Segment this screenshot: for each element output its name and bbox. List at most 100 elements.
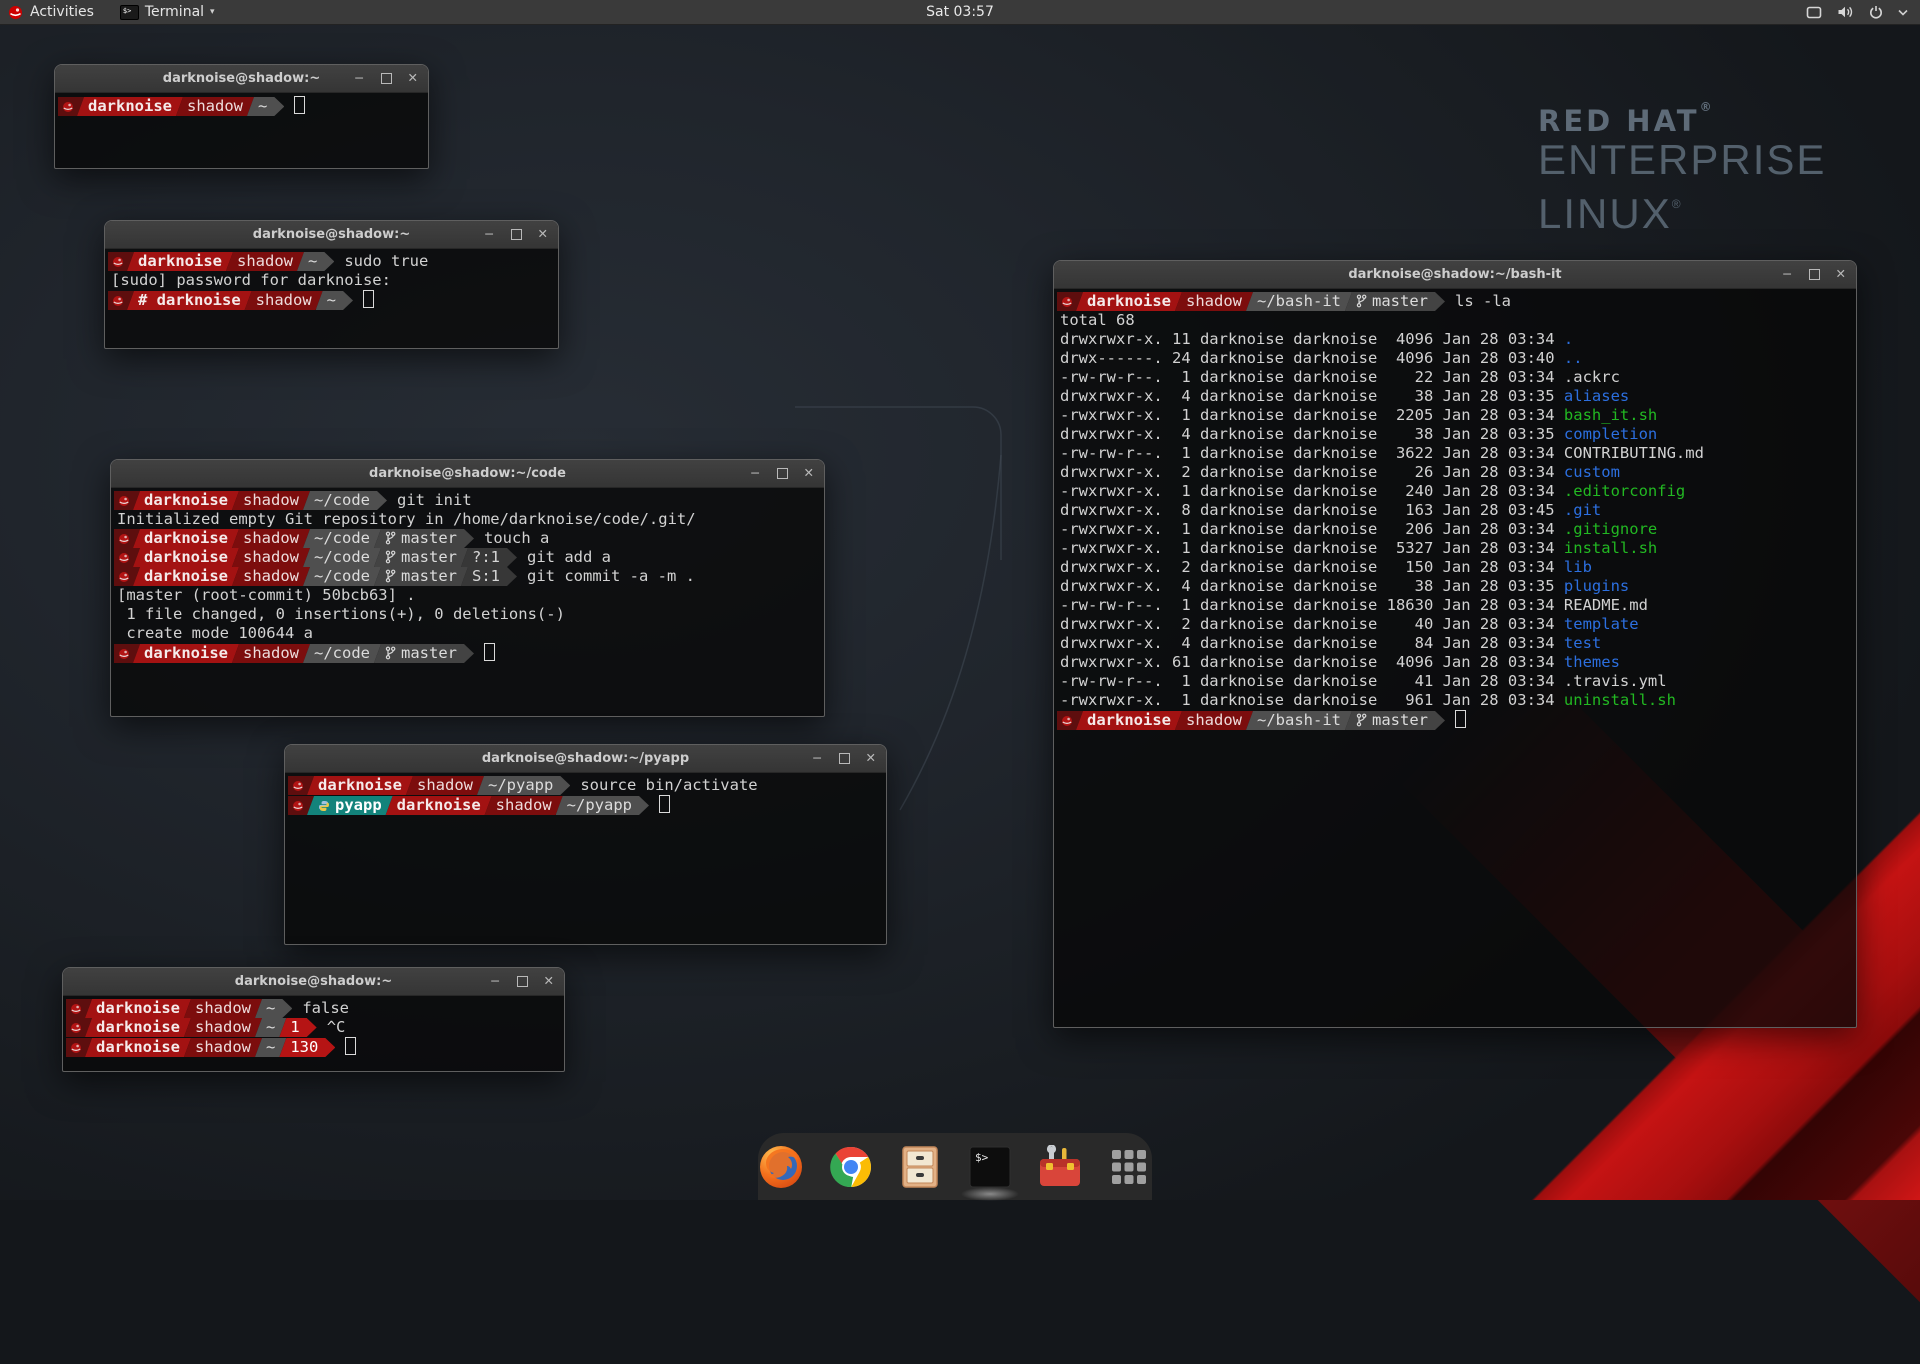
ls-filename: lib — [1564, 558, 1592, 576]
prompt-segment-user: darknoise — [85, 1038, 191, 1057]
maximize-button[interactable] — [517, 976, 528, 987]
dock-icon-app-grid[interactable] — [1107, 1144, 1153, 1190]
ls-filename: template — [1564, 615, 1639, 633]
ls-columns: drwx------. 24 darknoise darknoise 4096 … — [1060, 349, 1564, 367]
minimize-button[interactable]: − — [1782, 268, 1792, 281]
ls-columns: drwxrwxr-x. 2 darknoise darknoise 26 Jan… — [1060, 463, 1564, 481]
prompt-line: darknoiseshadow~sudo true — [108, 252, 556, 271]
window-titlebar[interactable]: darknoise@shadow:~/bash-it−✕ — [1054, 261, 1856, 289]
ls-filename: .git — [1564, 501, 1601, 519]
rhel-logo-enterprise: ENTERPRISE — [1538, 138, 1826, 182]
dock-icon-terminal[interactable]: $> — [967, 1144, 1013, 1190]
maximize-button[interactable] — [1809, 269, 1820, 280]
output-line: -rw-rw-r--. 1 darknoise darknoise 18630 … — [1057, 596, 1854, 615]
maximize-button[interactable] — [511, 229, 522, 240]
terminal-content[interactable]: darknoiseshadow~/pyappsource bin/activat… — [285, 773, 886, 816]
ls-columns: -rw-rw-r--. 1 darknoise darknoise 18630 … — [1060, 596, 1564, 614]
command-text: touch a — [484, 529, 549, 547]
git-branch-icon — [385, 646, 396, 660]
clock[interactable]: Sat 03:57 — [926, 4, 994, 20]
prompt-segment-path: ~/code — [303, 644, 381, 663]
window-titlebar[interactable]: darknoise@shadow:~ − ✕ — [105, 221, 558, 249]
prompt-segment-user: darknoise — [386, 796, 492, 815]
prompt-segment-user: # darknoise — [127, 291, 252, 310]
terminal-content[interactable]: darknoiseshadow~sudo true[sudo] password… — [105, 249, 558, 311]
output-line: drwxrwxr-x. 2 darknoise darknoise 150 Ja… — [1057, 558, 1854, 577]
output-line: total 68 — [1057, 311, 1854, 330]
ls-filename: .. — [1564, 349, 1583, 367]
prompt-segment-user: darknoise — [133, 644, 239, 663]
git-branch-icon — [385, 569, 396, 583]
close-button[interactable]: ✕ — [866, 752, 876, 765]
terminal-app-icon: $> — [120, 5, 139, 20]
window-titlebar[interactable]: darknoise@shadow:~−✕ — [63, 968, 564, 996]
minimize-button[interactable]: − — [750, 467, 760, 480]
maximize-button[interactable] — [777, 468, 788, 479]
close-button[interactable]: ✕ — [804, 467, 814, 480]
prompt-line: darknoiseshadow~/bash-itmaster — [1057, 710, 1854, 729]
close-button[interactable]: ✕ — [544, 975, 554, 988]
ls-filename: test — [1564, 634, 1601, 652]
prompt-line: darknoiseshadow~/pyappsource bin/activat… — [288, 776, 884, 795]
git-branch-icon — [385, 531, 396, 545]
dock-icon-firefox[interactable] — [758, 1144, 804, 1190]
dock-icon-files[interactable] — [898, 1144, 944, 1190]
redhat-prompt-icon — [70, 1042, 82, 1054]
screen-icon — [1806, 6, 1822, 19]
toolbox-icon — [1037, 1145, 1083, 1189]
git-branch-icon — [1356, 713, 1367, 727]
app-menu-terminal[interactable]: $> Terminal ▾ — [120, 4, 215, 20]
system-status-area[interactable] — [1806, 5, 1920, 19]
command-text: git init — [397, 491, 472, 509]
ls-columns: -rwxrwxr-x. 1 darknoise darknoise 5327 J… — [1060, 539, 1564, 557]
prompt-segment-path: ~/code — [303, 491, 387, 510]
redhat-prompt-icon — [118, 648, 130, 660]
prompt-segment-path: ~/code — [303, 567, 381, 586]
ls-filename: plugins — [1564, 577, 1629, 595]
git-branch-icon — [385, 550, 396, 564]
terminal-window-2: darknoise@shadow:~ − ✕ darknoiseshadow~sudo… — [104, 220, 559, 349]
dock-icon-chrome[interactable] — [828, 1144, 874, 1190]
minimize-button[interactable]: − — [484, 228, 494, 241]
prompt-line: darknoiseshadow~false — [66, 999, 562, 1018]
app-grid-icon — [1109, 1147, 1149, 1187]
close-button[interactable]: ✕ — [1836, 268, 1846, 281]
maximize-button[interactable] — [839, 753, 850, 764]
minimize-button[interactable]: − — [354, 72, 364, 85]
prompt-segment-path: ~/bash-it — [1246, 711, 1352, 730]
redhat-prompt-icon — [70, 1022, 82, 1034]
window-titlebar[interactable]: darknoise@shadow:~/code−✕ — [111, 460, 824, 488]
desktop: { "topbar": { "activities_label": "Activ… — [0, 0, 1920, 1200]
minimize-button[interactable]: − — [812, 752, 822, 765]
ls-columns: drwxrwxr-x. 61 darknoise darknoise 4096 … — [1060, 653, 1564, 671]
dock-icon-toolbox[interactable] — [1037, 1144, 1083, 1190]
output-line: drwxrwxr-x. 4 darknoise darknoise 38 Jan… — [1057, 577, 1854, 596]
terminal-content[interactable]: darknoiseshadow~falsedarknoiseshadow~1^C… — [63, 996, 564, 1058]
ls-columns: drwxrwxr-x. 4 darknoise darknoise 38 Jan… — [1060, 387, 1564, 405]
ls-filename: custom — [1564, 463, 1620, 481]
activities-button[interactable]: Activities — [0, 4, 94, 20]
output-line: drwxrwxr-x. 4 darknoise darknoise 38 Jan… — [1057, 387, 1854, 406]
terminal-content[interactable]: darknoiseshadow~/bash-itmasterls -latota… — [1054, 289, 1856, 731]
prompt-line: darknoiseshadow~ — [58, 96, 426, 115]
close-button[interactable]: ✕ — [538, 228, 548, 241]
minimize-button[interactable]: − — [490, 975, 500, 988]
ls-columns: -rwxrwxr-x. 1 darknoise darknoise 206 Ja… — [1060, 520, 1564, 538]
output-line: Initialized empty Git repository in /hom… — [114, 510, 822, 529]
window-title: darknoise@shadow:~/pyapp — [482, 751, 689, 766]
prompt-segment-host: shadow — [184, 1038, 262, 1057]
ls-filename: completion — [1564, 425, 1657, 443]
window-titlebar[interactable]: darknoise@shadow:~/pyapp − ✕ — [285, 745, 886, 773]
redhat-prompt-icon — [70, 1003, 82, 1015]
terminal-content[interactable]: darknoiseshadow~/codegit initInitialized… — [111, 488, 824, 664]
window-titlebar[interactable]: darknoise@shadow:~−✕ — [55, 65, 428, 93]
window-title: darknoise@shadow:~ — [253, 227, 410, 242]
close-button[interactable]: ✕ — [408, 72, 418, 85]
command-text: source bin/activate — [580, 776, 757, 794]
terminal-content[interactable]: darknoiseshadow~ — [55, 93, 428, 117]
maximize-button[interactable] — [381, 73, 392, 84]
prompt-segment-branch: master — [374, 529, 474, 548]
chrome-icon — [829, 1145, 873, 1189]
prompt-segment-host: shadow — [232, 567, 310, 586]
terminal-cursor — [659, 795, 670, 813]
